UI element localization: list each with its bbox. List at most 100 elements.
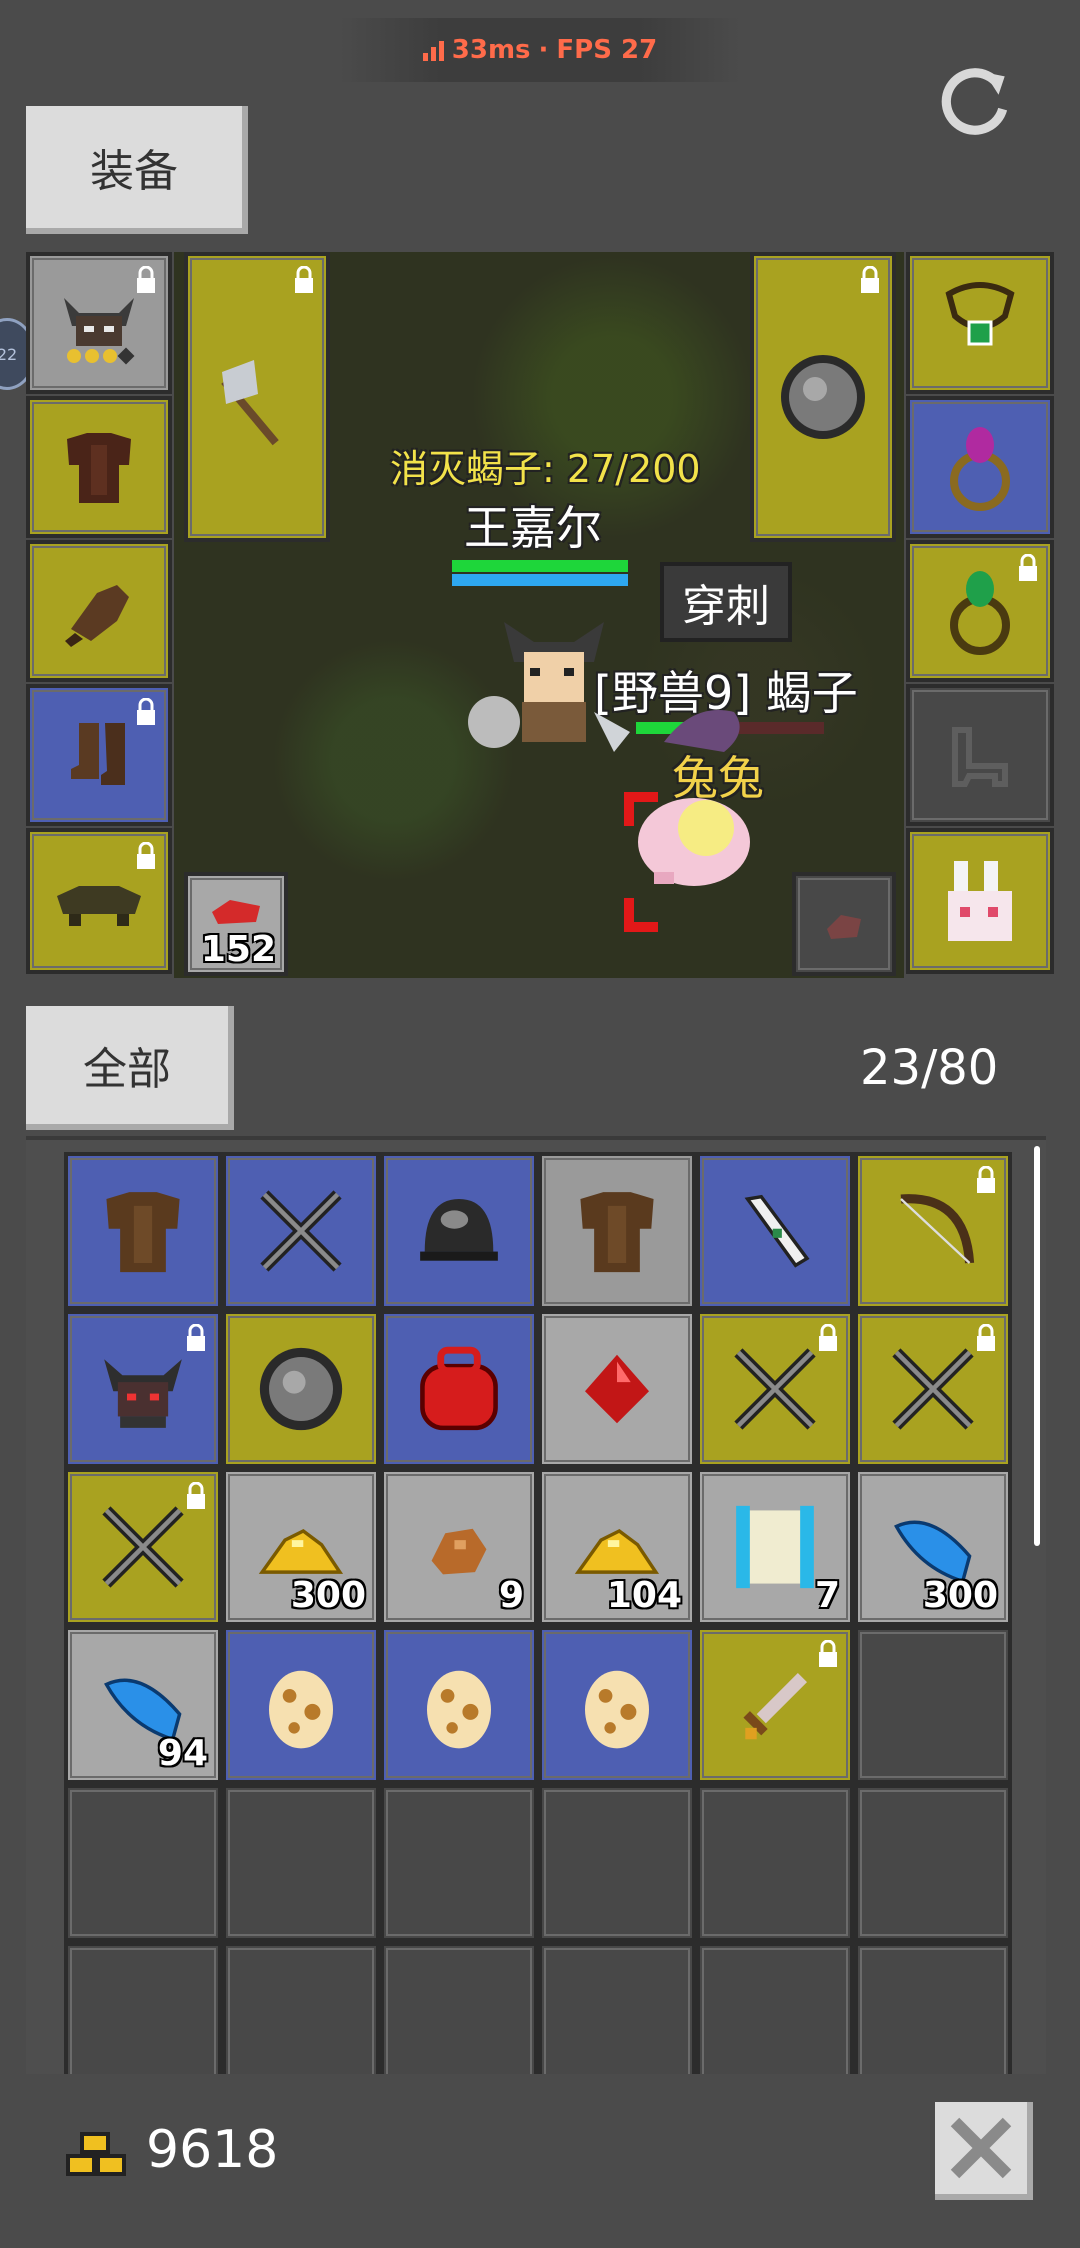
inventory-slot-empty[interactable] [64,1784,222,1942]
equip-slot-mount-empty[interactable] [906,684,1054,826]
player-hp-bar [452,560,628,572]
inventory-slot[interactable] [538,1310,696,1468]
inventory-slot[interactable] [696,1152,854,1310]
glove-icon [65,585,129,647]
player-mp-bar [452,574,628,586]
equip-slot-ring-2[interactable] [906,540,1054,682]
inventory-slot[interactable] [380,1626,538,1784]
lock-icon [295,266,313,293]
equip-slot-armor[interactable] [26,396,172,538]
inventory-slot-empty[interactable] [64,1942,222,2074]
inventory-count: 23/80 [860,1040,999,1096]
inventory-slot-empty[interactable] [380,1784,538,1942]
ping-text: 33ms [451,35,531,65]
equip-slot-pet[interactable] [906,828,1054,974]
potion-qty: 152 [200,929,276,970]
scorpion-monster [664,710,740,752]
scroll-icon [736,1505,814,1589]
inventory-slot-empty[interactable] [854,1626,1012,1784]
equip-slot-ring-1[interactable] [906,396,1054,538]
pet-rabbit [638,798,750,886]
target-corner-bl [624,898,658,932]
inventory-slot-empty[interactable] [222,1942,380,2074]
inventory-slot[interactable]: 9 [380,1468,538,1626]
target-corner-tl [624,792,658,826]
equip-slot-helmet[interactable] [26,252,172,394]
inventory-slot[interactable] [64,1468,222,1626]
tab-all[interactable]: 全部 [26,1006,234,1130]
inventory-slot[interactable] [222,1310,380,1468]
tab-equipment[interactable]: 装备 [26,106,248,234]
inventory-slot[interactable] [538,1152,696,1310]
inventory-slot[interactable] [696,1626,854,1784]
inventory-slot[interactable]: 300 [222,1468,380,1626]
inventory-slot[interactable] [854,1152,1012,1310]
crossed-swords-icon [260,1190,342,1272]
item-quantity: 104 [606,1575,682,1616]
inventory-slot[interactable] [380,1152,538,1310]
item-quantity: 300 [290,1575,366,1616]
status-separator: · [538,35,549,65]
ore-icon [431,1528,487,1575]
lock-icon [977,1324,995,1351]
faded-skill-icon [827,915,861,939]
lock-icon [137,266,155,293]
equip-slot-boots[interactable] [26,684,172,826]
inventory-slot[interactable] [64,1310,222,1468]
egg-icon [585,1670,649,1749]
inventory-slot[interactable] [696,1310,854,1468]
player-character [468,622,630,752]
ruby-icon [585,1354,649,1424]
inventory-slot-empty[interactable] [854,1942,1012,2074]
equip-slot-necklace[interactable] [906,252,1054,394]
gold-amount: 9618 [146,2120,279,2180]
network-status: 33ms · FPS 27 [340,18,740,82]
equip-slot-gloves[interactable] [26,540,172,682]
lock-icon [819,1324,837,1351]
bow-icon [900,1194,975,1264]
equip-slot-offhand[interactable] [750,252,896,542]
lock-icon [137,842,155,869]
inventory-slot[interactable]: 7 [696,1468,854,1626]
close-button[interactable] [935,2102,1033,2200]
crossed-swords-icon [892,1348,974,1430]
helmet-icon [420,1199,498,1261]
quest-progress: 消灭蝎子: 27/200 [390,447,701,491]
inventory-scrollbar[interactable] [1034,1146,1040,1546]
egg-icon [427,1670,491,1749]
inventory-slot-empty[interactable] [538,1784,696,1942]
lock-icon [187,1482,205,1509]
emerald-ring-icon [950,571,1010,655]
inventory-slot-empty[interactable] [696,1784,854,1942]
refresh-icon[interactable] [935,62,1017,144]
inventory-slot-empty[interactable] [696,1942,854,2074]
inventory-slot[interactable] [222,1626,380,1784]
skill-slot-empty[interactable] [792,872,896,976]
inventory-slot[interactable] [854,1310,1012,1468]
lock-icon [977,1166,995,1193]
equip-slot-mount[interactable] [26,828,172,974]
necklace-icon [945,282,1015,346]
inventory-slot[interactable] [64,1152,222,1310]
gold-coins-icon [66,2132,126,2176]
inventory-slot[interactable] [538,1626,696,1784]
inventory-slot[interactable] [380,1310,538,1468]
inventory-slot[interactable]: 94 [64,1626,222,1784]
inventory-slot[interactable] [222,1152,380,1310]
inventory-slot[interactable]: 300 [854,1468,1012,1626]
inventory-slot[interactable]: 104 [538,1468,696,1626]
lock-icon [861,266,879,293]
inventory-slot-empty[interactable] [538,1942,696,2074]
game-scene[interactable]: 消灭蝎子: 27/200 王嘉尔 穿刺 [野兽9] 蝎子 兔兔 152 [174,252,904,978]
inventory-panel[interactable]: 300 9 104 7 300 94 [26,1136,1046,2074]
equip-slot-weapon[interactable] [184,252,330,542]
potion-slot[interactable]: 152 [184,872,288,976]
item-quantity: 300 [922,1575,998,1616]
inventory-slot-empty[interactable] [854,1784,1012,1942]
inventory-slot-empty[interactable] [380,1942,538,2074]
inventory-slot-empty[interactable] [222,1784,380,1942]
horned-helmet-icon [104,1359,182,1428]
egg-icon [269,1670,333,1749]
horned-helmet-icon [64,298,135,365]
player-name: 王嘉尔 [464,501,602,555]
